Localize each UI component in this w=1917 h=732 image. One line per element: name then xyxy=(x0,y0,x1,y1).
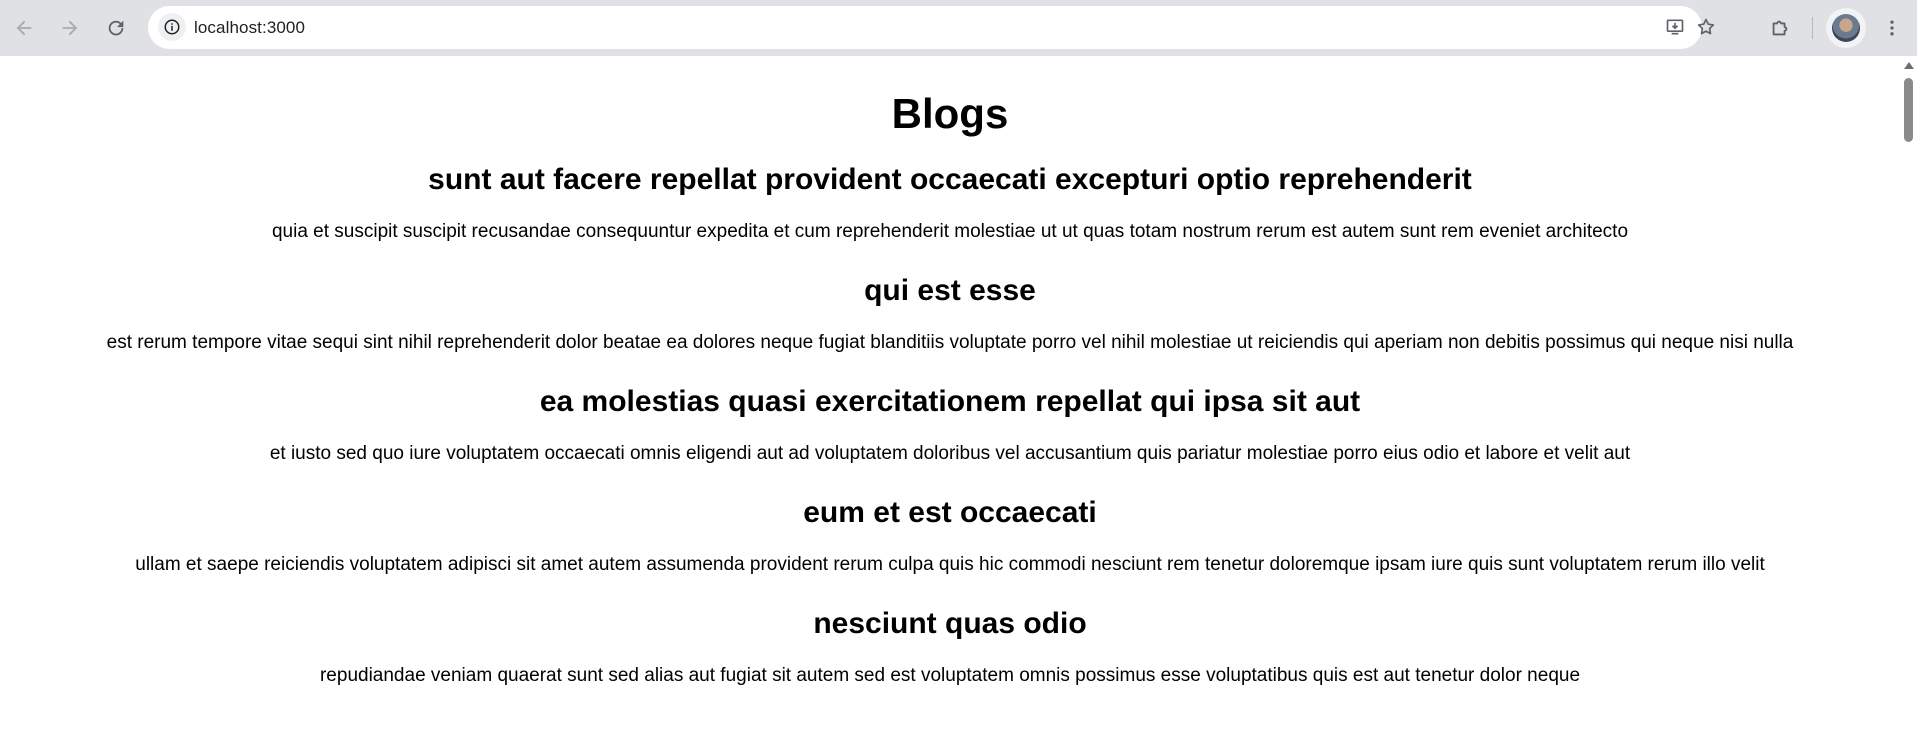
post-title: eum et est occaecati xyxy=(803,496,1097,529)
blog-post: sunt aut facere repellat provident occae… xyxy=(0,160,1900,244)
arrow-right-icon xyxy=(62,20,78,36)
avatar xyxy=(1832,14,1860,42)
vertical-scrollbar[interactable] xyxy=(1900,56,1917,732)
scroll-up-arrow-icon[interactable] xyxy=(1904,62,1914,69)
post-body: est rerum tempore vitae sequi sint nihil… xyxy=(106,332,1794,353)
blog-post: ea molestias quasi exercitationem repell… xyxy=(0,382,1900,466)
install-app-icon xyxy=(1666,19,1684,35)
install-app-button[interactable] xyxy=(1661,13,1689,41)
post-body: ullam et saepe reiciendis voluptatem adi… xyxy=(135,554,1765,575)
blog-post: nesciunt quas odio repudiandae veniam qu… xyxy=(0,604,1900,688)
blog-post: qui est esse est rerum tempore vitae seq… xyxy=(0,271,1900,355)
reload-button[interactable] xyxy=(98,10,134,46)
profile-button[interactable] xyxy=(1826,8,1866,48)
url-text[interactable]: localhost:3000 xyxy=(194,18,305,38)
site-info-button[interactable] xyxy=(158,13,186,41)
post-title: ea molestias quasi exercitationem repell… xyxy=(539,385,1361,418)
bookmark-button[interactable] xyxy=(1692,13,1720,41)
arrow-left-icon xyxy=(16,20,32,36)
puzzle-icon xyxy=(1772,20,1788,36)
back-button[interactable] xyxy=(6,10,42,46)
post-title: sunt aut facere repellat provident occae… xyxy=(428,163,1472,196)
post-title: nesciunt quas odio xyxy=(813,607,1087,640)
post-body: quia et suscipit suscipit recusandae con… xyxy=(271,221,1629,242)
address-bar[interactable]: localhost:3000 xyxy=(148,6,1715,49)
reload-icon xyxy=(108,20,124,36)
browser-toolbar: localhost:3000 xyxy=(0,0,1917,56)
post-body: repudiandae veniam quaerat sunt sed alia… xyxy=(319,665,1581,686)
info-icon xyxy=(164,19,180,35)
post-title: qui est esse xyxy=(864,274,1036,307)
star-icon xyxy=(1697,18,1715,35)
page-content: Blogs sunt aut facere repellat provident… xyxy=(0,56,1900,732)
page-title: Blogs xyxy=(891,90,1009,137)
forward-button[interactable] xyxy=(52,10,88,46)
post-body: et iusto sed quo iure voluptatem occaeca… xyxy=(269,443,1631,464)
extensions-button[interactable] xyxy=(1762,10,1798,46)
browser-menu-button[interactable] xyxy=(1874,10,1910,46)
kebab-menu-icon xyxy=(1890,20,1894,36)
blog-post: eum et est occaecati ullam et saepe reic… xyxy=(0,493,1900,577)
toolbar-divider xyxy=(1812,17,1813,39)
scroll-thumb[interactable] xyxy=(1904,78,1913,142)
